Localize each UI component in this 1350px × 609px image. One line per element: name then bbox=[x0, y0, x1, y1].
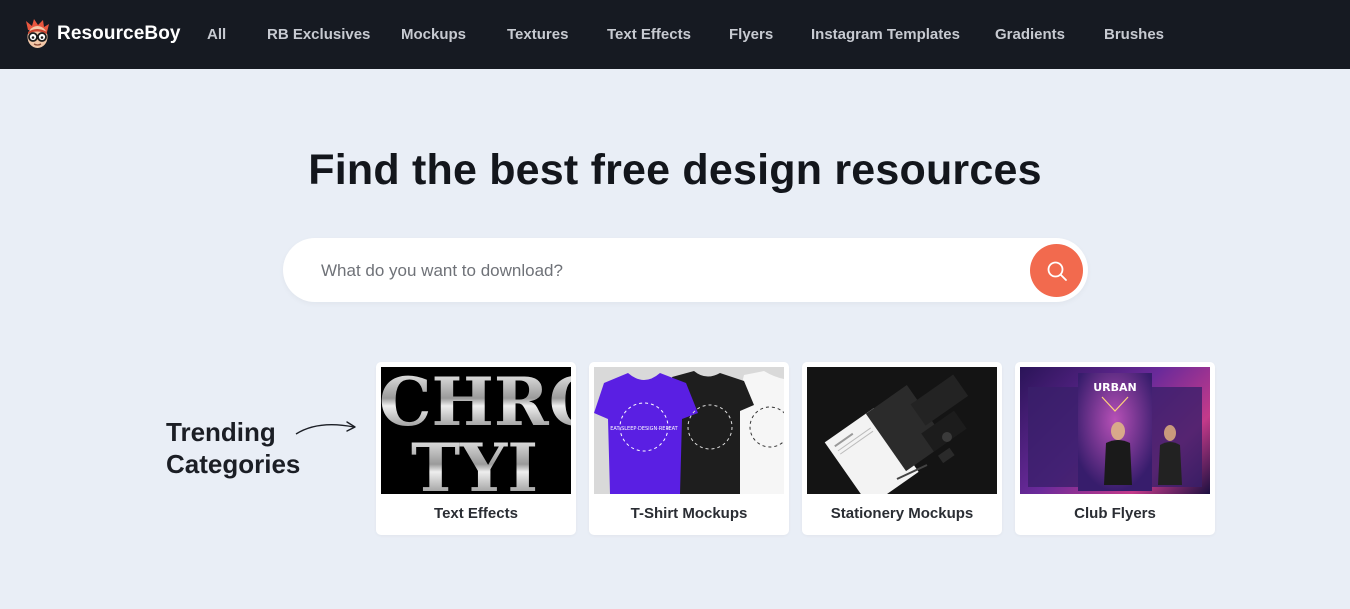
tshirts-image: EAT·SLEEP·DESIGN·REPEAT bbox=[594, 371, 784, 494]
category-card-club-flyers[interactable]: URBAN Club Flyers bbox=[1015, 362, 1215, 535]
nav-item-rb-exclusives[interactable]: RB Exclusives bbox=[267, 25, 370, 45]
search-input[interactable] bbox=[319, 254, 1013, 288]
club-flyers-thumbnail: URBAN bbox=[1020, 367, 1210, 494]
card-label: Stationery Mockups bbox=[830, 505, 974, 522]
search-bar bbox=[283, 238, 1088, 302]
nav-item-gradients[interactable]: Gradients bbox=[995, 25, 1065, 45]
category-card-text-effects[interactable]: CHRO TYI Text Effects bbox=[376, 362, 576, 535]
stationery-mockups-thumbnail bbox=[807, 367, 997, 494]
brand-logo[interactable]: ResourceBoy bbox=[25, 17, 181, 51]
resourceboy-mascot-icon bbox=[26, 19, 49, 48]
trending-label-line2: Categories bbox=[166, 449, 301, 479]
tshirt-mockups-thumbnail: EAT·SLEEP·DESIGN·REPEAT bbox=[594, 367, 784, 494]
nav-item-all[interactable]: All bbox=[207, 25, 226, 45]
card-label: Club Flyers bbox=[1074, 505, 1156, 522]
tshirt-print-text: EAT·SLEEP·DESIGN·REPEAT bbox=[610, 426, 678, 432]
search-button[interactable] bbox=[1030, 244, 1083, 297]
text-effects-thumbnail: CHRO TYI bbox=[381, 367, 571, 494]
nav-item-flyers[interactable]: Flyers bbox=[729, 25, 773, 45]
category-card-tshirt-mockups[interactable]: EAT·SLEEP·DESIGN·REPEAT T-Shirt Mockups bbox=[589, 362, 789, 535]
top-navigation-bar: ResourceBoy All RB Exclusives Mockups Te… bbox=[0, 0, 1350, 69]
category-card-stationery-mockups[interactable]: Stationery Mockups bbox=[802, 362, 1002, 535]
card-label: Text Effects bbox=[434, 505, 518, 522]
club-flyers-image: URBAN bbox=[1028, 373, 1202, 491]
search-icon bbox=[1047, 261, 1067, 281]
curved-arrow-icon bbox=[295, 421, 356, 435]
card-label: T-Shirt Mockups bbox=[630, 505, 748, 522]
nav-item-brushes[interactable]: Brushes bbox=[1104, 25, 1164, 45]
nav-item-mockups[interactable]: Mockups bbox=[401, 25, 466, 45]
nav-item-textures[interactable]: Textures bbox=[507, 25, 568, 45]
chrome-type-image: CHRO TYI bbox=[381, 367, 571, 494]
brand-name: ResourceBoy bbox=[57, 23, 181, 44]
hero-title: Find the best free design resources bbox=[308, 146, 1042, 194]
stationery-image bbox=[807, 367, 997, 494]
flyer-title-text: URBAN bbox=[1093, 381, 1137, 394]
chrome-text-line2: TYI bbox=[411, 429, 538, 494]
nav-item-instagram-templates[interactable]: Instagram Templates bbox=[811, 25, 960, 45]
nav-item-text-effects[interactable]: Text Effects bbox=[607, 25, 691, 45]
